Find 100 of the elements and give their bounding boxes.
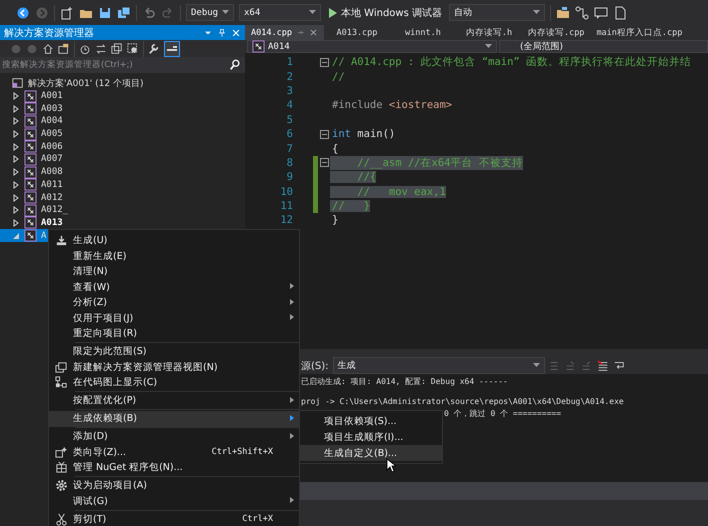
dropdown-arrow-icon[interactable]	[533, 10, 540, 15]
collapsed-icon[interactable]	[12, 206, 20, 214]
project-item[interactable]: A011	[0, 178, 65, 192]
save-all-icon[interactable]	[117, 6, 131, 20]
new-project-icon[interactable]	[60, 6, 74, 20]
clear-all-icon[interactable]	[596, 360, 609, 372]
file-tab[interactable]: 内存读写.h	[456, 25, 522, 40]
collapsed-icon[interactable]	[12, 104, 20, 113]
close-icon[interactable]	[308, 28, 318, 37]
dropdown-arrow-icon[interactable]	[485, 44, 492, 49]
line-number: 2	[286, 70, 293, 83]
menu-item[interactable]: 清理(N)	[49, 264, 299, 280]
search-field[interactable]: 搜索解决方案资源管理器(Ctrl+;)	[2, 60, 229, 70]
file-tab[interactable]: A013.cpp	[324, 25, 390, 40]
menu-item[interactable]: 分析(Z)	[49, 295, 299, 310]
project-item[interactable]: A013	[0, 216, 65, 230]
menu-item[interactable]: 剪切(T) Ctrl+X	[49, 512, 299, 526]
menu-item[interactable]: 项目生成顺序(I)...	[300, 429, 442, 445]
menu-item[interactable]: 调试(G)	[49, 494, 299, 509]
project-item[interactable]: A012	[0, 191, 65, 204]
collapsed-icon[interactable]	[12, 142, 20, 151]
output-line: 0 个，跳过 0 个 ==========	[444, 408, 562, 418]
configuration-dropdown[interactable]: Debug	[186, 4, 234, 21]
menu-item[interactable]: 仅用于项目(J)	[49, 310, 299, 326]
menu-item[interactable]: 在代码图上显示(C)	[49, 375, 299, 390]
project-icon	[24, 191, 37, 204]
collapsed-icon[interactable]	[12, 218, 20, 227]
project-icon	[24, 140, 37, 154]
project-item[interactable]: A007	[0, 153, 65, 166]
folder-flag-icon[interactable]	[556, 6, 570, 20]
output-line: 已启动生成: 项目: A014, 配置: Debug x64 ------	[301, 377, 508, 386]
project-item[interactable]: A001	[0, 90, 65, 102]
menu-item[interactable]: 生成(U)	[49, 233, 299, 248]
collapsed-icon[interactable]	[12, 155, 20, 164]
menu-item[interactable]: 管理 NuGet 程序包(N)...	[49, 460, 299, 476]
line-number: 7	[286, 142, 293, 155]
file-tab[interactable]: main程序入口点.cpp	[590, 25, 688, 40]
panel-title: 解决方案资源管理器	[4, 26, 95, 40]
scope-dropdown[interactable]: (全局范围)	[499, 40, 708, 53]
document-icon[interactable]	[613, 6, 627, 20]
code-line: int main()	[331, 128, 396, 140]
search-icon[interactable]	[229, 59, 241, 71]
collapsed-icon[interactable]	[12, 194, 20, 202]
home-icon[interactable]	[42, 42, 54, 54]
target-dropdown[interactable]: 自动	[449, 4, 545, 21]
project-item[interactable]: A012_	[0, 204, 70, 217]
code-line: }	[331, 214, 338, 226]
collapsed-icon[interactable]	[12, 117, 20, 126]
branch-icon[interactable]	[575, 6, 589, 20]
start-debugging-button[interactable]: 本地 Windows 调试器	[326, 6, 444, 20]
project-icon	[24, 90, 37, 103]
wrench-icon[interactable]	[148, 42, 160, 54]
mouse-cursor-icon	[386, 458, 396, 473]
menu-item[interactable]: 重新生成(E)	[49, 248, 299, 264]
menu-item[interactable]: 重定向项目(R)	[49, 326, 299, 342]
file-tab[interactable]: A014.cpp	[245, 25, 324, 40]
menu-item[interactable]: 按配置优化(P)	[49, 393, 299, 408]
project-item[interactable]: A005	[0, 128, 65, 140]
sync-icon[interactable]	[95, 42, 107, 54]
file-tab[interactable]: winnt.h	[390, 25, 456, 40]
preview-icon[interactable]	[164, 40, 180, 56]
search-box[interactable]: 搜索解决方案资源管理器(Ctrl+;)	[0, 57, 245, 73]
platform-dropdown[interactable]: x64	[239, 4, 321, 21]
menu-item[interactable]: 生成自定义(B)...	[300, 445, 442, 461]
dropdown-arrow-icon[interactable]	[532, 363, 540, 368]
collapsed-icon[interactable]	[12, 92, 20, 100]
collapsed-icon[interactable]	[12, 180, 20, 189]
collapsed-icon[interactable]	[12, 168, 20, 176]
menu-item[interactable]: 查看(W)	[49, 280, 299, 295]
comment-icon[interactable]	[594, 6, 608, 20]
word-wrap-icon[interactable]	[612, 360, 625, 372]
menu-item[interactable]: 类向导(Z)... Ctrl+Shift+X	[49, 444, 299, 460]
menu-item[interactable]: 项目依赖项(S)...	[300, 413, 442, 429]
menu-item[interactable]: 新建解决方案资源管理器视图(N)	[49, 360, 299, 375]
line-number: 6	[286, 128, 293, 140]
menu-item[interactable]: 生成依赖项(B)	[49, 411, 299, 426]
menu-item[interactable]: 设为启动项目(A)	[49, 478, 299, 494]
menu-item[interactable]: 添加(D)	[49, 429, 299, 444]
switch-views-icon[interactable]	[58, 42, 70, 54]
collapsed-icon[interactable]	[12, 130, 20, 138]
project-dropdown[interactable]: A014	[247, 40, 497, 53]
package-icon	[54, 461, 68, 474]
project-item[interactable]: A008	[0, 166, 65, 178]
output-source-dropdown[interactable]: 生成	[332, 357, 545, 374]
expanded-icon[interactable]	[12, 232, 20, 240]
solution-label[interactable]: 解决方案'A001' (12 个项目)	[28, 76, 144, 90]
show-all-icon[interactable]	[127, 42, 139, 54]
line-number: 8	[286, 156, 293, 169]
code-map-icon	[54, 376, 68, 390]
project-item[interactable]: A006	[0, 140, 65, 154]
save-icon[interactable]	[98, 6, 112, 20]
dropdown-arrow-icon[interactable]	[309, 10, 316, 15]
history-icon[interactable]	[79, 42, 91, 54]
output-source-label: 源(S):	[301, 360, 329, 372]
project-item[interactable]: A003	[0, 102, 65, 116]
file-tab[interactable]: 内存读写.cpp	[522, 25, 590, 40]
dropdown-arrow-icon[interactable]	[222, 10, 229, 15]
project-item[interactable]: A004	[0, 115, 65, 128]
line-number: 11	[279, 200, 293, 212]
menu-item[interactable]: 限定为此范围(S)	[49, 344, 299, 360]
